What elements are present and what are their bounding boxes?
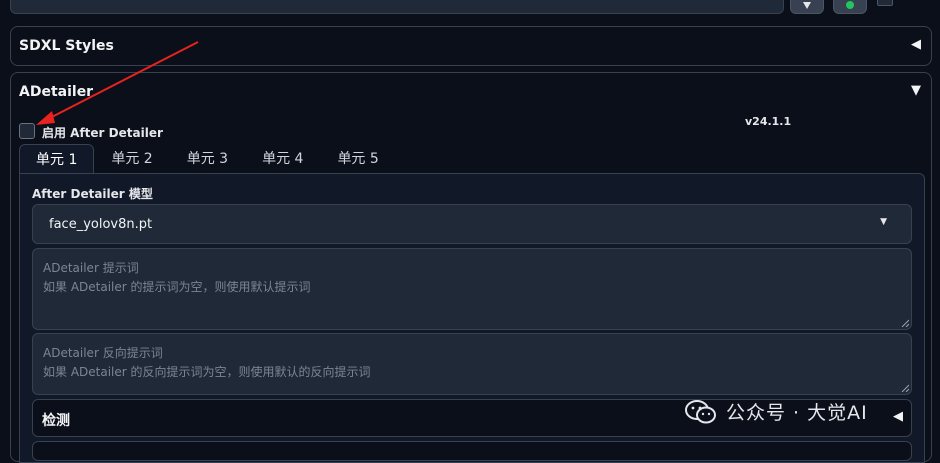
next-accordion[interactable] bbox=[32, 441, 912, 461]
version-label: v24.1.1 bbox=[745, 115, 792, 128]
leaf-icon bbox=[846, 1, 854, 9]
triangle-left-icon[interactable]: ◀ bbox=[911, 37, 921, 52]
enable-adetailer-checkbox[interactable] bbox=[19, 123, 35, 139]
paste-icon bbox=[803, 2, 811, 9]
negative-prompt-textarea[interactable]: ADetailer 反向提示词 如果 ADetailer 的反向提示词为空，则使… bbox=[32, 333, 912, 395]
detection-title: 检测 bbox=[42, 413, 70, 429]
resize-grip-icon[interactable] bbox=[901, 384, 909, 392]
tab-unit-2[interactable]: 单元 2 bbox=[94, 144, 169, 174]
tab-unit-3[interactable]: 单元 3 bbox=[170, 144, 245, 174]
model-dropdown[interactable]: face_yolov8n.pt ▼ bbox=[32, 204, 912, 244]
tab-unit-5[interactable]: 单元 5 bbox=[320, 144, 395, 174]
sdxl-styles-title: SDXL Styles bbox=[19, 38, 114, 54]
prompt-textarea[interactable]: ADetailer 提示词 如果 ADetailer 的提示词为空，则使用默认提… bbox=[32, 248, 912, 330]
top-checkbox[interactable] bbox=[877, 0, 893, 6]
triangle-left-icon[interactable]: ◀ bbox=[893, 409, 903, 424]
chevron-down-icon: ▼ bbox=[880, 217, 887, 227]
prompt-placeholder-line-2: 如果 ADetailer 的提示词为空，则使用默认提示词 bbox=[43, 280, 311, 294]
watermark: 公众号 · 大觉AI bbox=[684, 398, 868, 425]
sdxl-styles-accordion[interactable]: SDXL Styles ◀ bbox=[10, 26, 932, 66]
tab-unit-1[interactable]: 单元 1 bbox=[19, 144, 95, 174]
enable-adetailer-label[interactable]: 启用 After Detailer bbox=[42, 124, 163, 141]
prompt-placeholder-line-1: ADetailer 提示词 bbox=[43, 261, 139, 275]
tab-unit-4[interactable]: 单元 4 bbox=[245, 144, 320, 174]
unit-tabs: 单元 1 单元 2 单元 3 单元 4 单元 5 bbox=[19, 144, 396, 174]
triangle-down-icon[interactable]: ▼ bbox=[911, 83, 921, 98]
negative-prompt-placeholder-line-2: 如果 ADetailer 的反向提示词为空，则使用默认的反向提示词 bbox=[43, 365, 371, 379]
watermark-text: 公众号 · 大觉AI bbox=[726, 402, 868, 424]
top-text-input[interactable] bbox=[10, 0, 784, 14]
model-label: After Detailer 模型 bbox=[32, 187, 153, 201]
adetailer-title[interactable]: ADetailer bbox=[19, 84, 93, 100]
negative-prompt-placeholder-line-1: ADetailer 反向提示词 bbox=[43, 346, 163, 360]
model-value: face_yolov8n.pt bbox=[49, 217, 153, 232]
paste-button[interactable] bbox=[790, 0, 824, 14]
resize-grip-icon[interactable] bbox=[901, 319, 909, 327]
extra-networks-button[interactable] bbox=[833, 0, 867, 14]
wechat-icon bbox=[685, 399, 716, 423]
